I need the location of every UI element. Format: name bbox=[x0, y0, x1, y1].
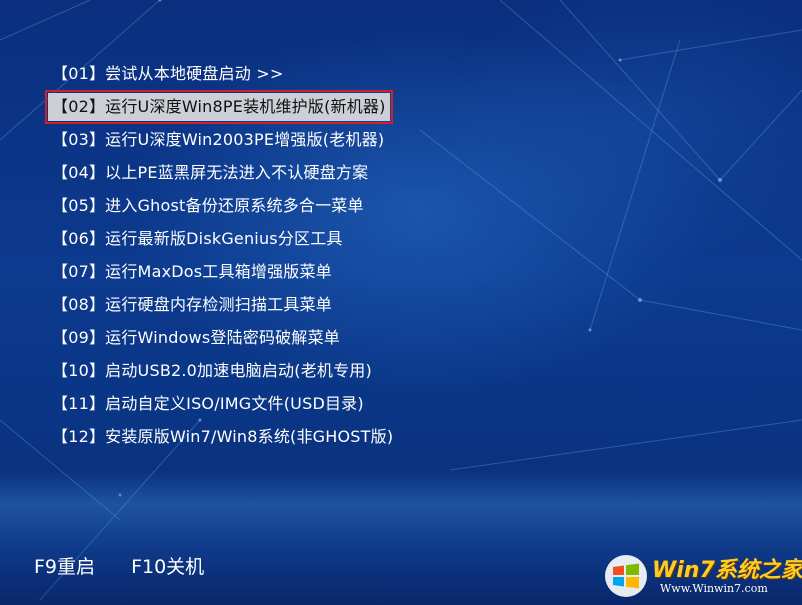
watermark-url: Www.Winwin7.com bbox=[660, 582, 768, 595]
menu-item-label: 【02】运行U深度Win8PE装机维护版(新机器) bbox=[45, 90, 393, 124]
menu-item-03[interactable]: 【03】运行U深度Win2003PE增强版(老机器) bbox=[48, 126, 428, 159]
windows-logo-icon bbox=[605, 555, 647, 597]
menu-item-label: 【01】尝试从本地硬盘启动 >> bbox=[52, 64, 284, 83]
site-watermark: Win7系统之家 Www.Winwin7.com bbox=[600, 548, 802, 602]
shutdown-hotkey[interactable]: F10关机 bbox=[131, 552, 204, 579]
menu-item-02[interactable]: 【02】运行U深度Win8PE装机维护版(新机器) bbox=[45, 90, 428, 126]
watermark-title: Win7系统之家 bbox=[652, 558, 802, 583]
menu-item-label: 【03】运行U深度Win2003PE增强版(老机器) bbox=[52, 130, 385, 149]
menu-item-10[interactable]: 【10】启动USB2.0加速电脑启动(老机专用) bbox=[48, 357, 428, 390]
menu-item-08[interactable]: 【08】运行硬盘内存检测扫描工具菜单 bbox=[48, 291, 428, 324]
menu-item-09[interactable]: 【09】运行Windows登陆密码破解菜单 bbox=[48, 324, 428, 357]
menu-item-label: 【09】运行Windows登陆密码破解菜单 bbox=[52, 328, 340, 347]
hotkey-bar: F9重启 F10关机 bbox=[34, 552, 234, 579]
menu-item-label: 【04】以上PE蓝黑屏无法进入不认硬盘方案 bbox=[52, 163, 369, 182]
menu-item-label: 【08】运行硬盘内存检测扫描工具菜单 bbox=[52, 295, 332, 314]
menu-item-label: 【07】运行MaxDos工具箱增强版菜单 bbox=[52, 262, 332, 281]
menu-item-label: 【11】启动自定义ISO/IMG文件(USD目录) bbox=[52, 394, 364, 413]
menu-item-07[interactable]: 【07】运行MaxDos工具箱增强版菜单 bbox=[48, 258, 428, 291]
menu-item-05[interactable]: 【05】进入Ghost备份还原系统多合一菜单 bbox=[48, 192, 428, 225]
menu-item-06[interactable]: 【06】运行最新版DiskGenius分区工具 bbox=[48, 225, 428, 258]
menu-item-label: 【05】进入Ghost备份还原系统多合一菜单 bbox=[52, 196, 364, 215]
menu-item-04[interactable]: 【04】以上PE蓝黑屏无法进入不认硬盘方案 bbox=[48, 159, 428, 192]
menu-item-12[interactable]: 【12】安装原版Win7/Win8系统(非GHOST版) bbox=[48, 423, 428, 456]
reboot-hotkey[interactable]: F9重启 bbox=[34, 552, 95, 579]
menu-item-11[interactable]: 【11】启动自定义ISO/IMG文件(USD目录) bbox=[48, 390, 428, 423]
menu-item-01[interactable]: 【01】尝试从本地硬盘启动 >> bbox=[48, 60, 428, 93]
boot-menu: 【01】尝试从本地硬盘启动 >> 【02】运行U深度Win8PE装机维护版(新机… bbox=[45, 60, 428, 456]
menu-item-label: 【12】安装原版Win7/Win8系统(非GHOST版) bbox=[52, 427, 394, 446]
menu-item-label: 【10】启动USB2.0加速电脑启动(老机专用) bbox=[52, 361, 372, 380]
menu-item-label: 【06】运行最新版DiskGenius分区工具 bbox=[52, 229, 343, 248]
